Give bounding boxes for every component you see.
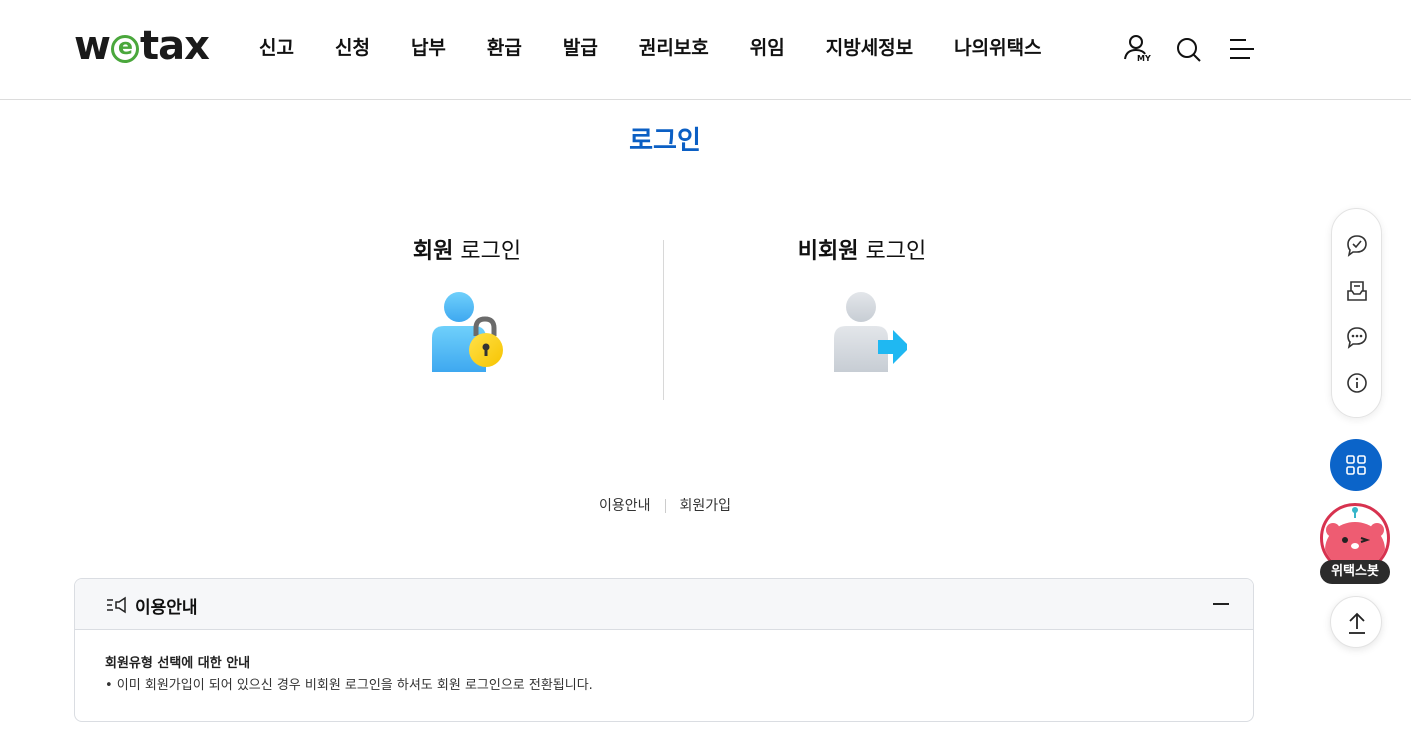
usage-guide-panel: 이용안내 회원유형 선택에 대한 안내 • 이미 회원가입이 되어 있으신 경우… bbox=[74, 578, 1254, 722]
logo-suffix: tax bbox=[139, 23, 210, 69]
user-lock-icon bbox=[422, 290, 512, 380]
guest-login-title: 비회원 로그인 bbox=[697, 236, 1027, 268]
nav-item-apply[interactable]: 신청 bbox=[335, 34, 370, 64]
nav-item-my-wetax[interactable]: 나의위택스 bbox=[954, 34, 1041, 64]
nav-item-payment[interactable]: 납부 bbox=[411, 34, 446, 64]
nav-item-local-tax-info[interactable]: 지방세정보 bbox=[826, 34, 913, 64]
nav-item-report[interactable]: 신고 bbox=[259, 34, 294, 64]
collapse-minus-icon[interactable] bbox=[1213, 603, 1229, 605]
search-icon[interactable] bbox=[1172, 32, 1206, 66]
quick-menu bbox=[1331, 208, 1382, 418]
member-login-title-rest: 로그인 bbox=[453, 239, 522, 264]
megaphone-icon bbox=[106, 595, 128, 615]
grid-icon bbox=[1346, 455, 1366, 475]
inbox-icon[interactable] bbox=[1344, 278, 1370, 304]
wetax-bot-button[interactable]: 위택스봇 bbox=[1320, 503, 1390, 584]
arrow-up-icon bbox=[1349, 612, 1365, 634]
menu-icon[interactable] bbox=[1224, 32, 1258, 66]
guide-answer: • 이미 회원가입이 되어 있으신 경우 비회원 로그인을 하셔도 회원 로그인… bbox=[105, 678, 593, 693]
my-label: MY bbox=[1137, 54, 1151, 63]
member-login-title: 회원 로그인 bbox=[302, 236, 632, 268]
usage-guide-title: 이용안내 bbox=[135, 598, 198, 618]
member-login-option[interactable]: 회원 로그인 bbox=[302, 236, 632, 380]
member-login-title-bold: 회원 bbox=[412, 239, 454, 264]
links-separator bbox=[664, 499, 666, 513]
header-utility-icons: MY bbox=[1120, 32, 1276, 66]
login-divider bbox=[663, 240, 664, 400]
login-links: 이용안내 회원가입 bbox=[0, 495, 1330, 515]
guest-login-option[interactable]: 비회원 로그인 bbox=[697, 236, 1027, 380]
page-title: 로그인 bbox=[629, 126, 701, 156]
guest-login-title-bold: 비회원 bbox=[797, 239, 859, 264]
nav-item-refund[interactable]: 환급 bbox=[487, 34, 522, 64]
nav-item-rights[interactable]: 권리보호 bbox=[639, 34, 709, 64]
bot-label: 위택스봇 bbox=[1320, 560, 1390, 584]
chat-dots-icon[interactable] bbox=[1344, 324, 1370, 350]
main-nav: 신고 신청 납부 환급 발급 권리보호 위임 지방세정보 나의위택스 bbox=[259, 34, 1083, 64]
usage-guide-header[interactable]: 이용안내 bbox=[75, 579, 1253, 630]
nav-item-delegation[interactable]: 위임 bbox=[750, 34, 785, 64]
user-arrow-icon bbox=[817, 290, 910, 380]
guide-question: 회원유형 선택에 대한 안내 bbox=[105, 656, 251, 671]
guest-login-title-rest: 로그인 bbox=[858, 239, 927, 264]
scroll-top-button[interactable] bbox=[1330, 596, 1382, 648]
logo-e-circle: e bbox=[110, 35, 139, 63]
nav-item-issue[interactable]: 발급 bbox=[563, 34, 598, 64]
info-icon[interactable] bbox=[1344, 370, 1370, 396]
usage-guide-link[interactable]: 이용안내 bbox=[599, 498, 651, 514]
signup-link[interactable]: 회원가입 bbox=[680, 498, 732, 514]
my-user-icon[interactable]: MY bbox=[1120, 32, 1154, 66]
usage-guide-body: 회원유형 선택에 대한 안내 • 이미 회원가입이 되어 있으신 경우 비회원 … bbox=[75, 630, 1253, 698]
site-header: w e tax 신고 신청 납부 환급 발급 권리보호 위임 지방세정보 나의위… bbox=[0, 0, 1411, 100]
grid-menu-button[interactable] bbox=[1330, 439, 1382, 491]
wetax-logo[interactable]: w e tax bbox=[74, 23, 210, 69]
logo-prefix: w bbox=[74, 23, 111, 69]
chat-check-icon[interactable] bbox=[1344, 232, 1370, 258]
